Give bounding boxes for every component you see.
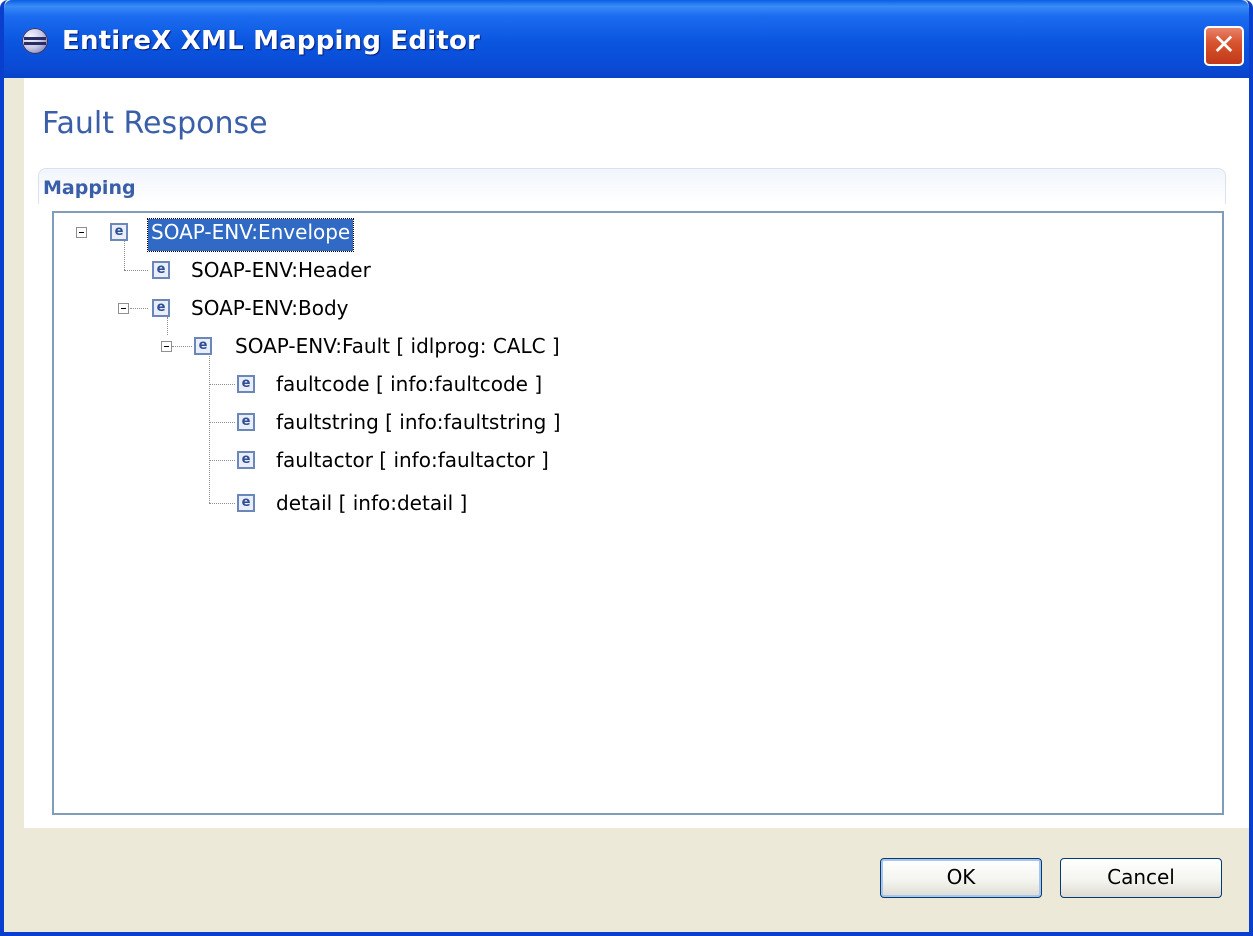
element-icon: e [237,451,255,469]
element-icon: e [237,413,255,431]
close-button[interactable]: ✕ [1204,26,1244,66]
close-icon: ✕ [1212,28,1236,61]
tree-node-body[interactable]: SOAP-ENV:Body [188,295,351,327]
cancel-button[interactable]: Cancel [1060,858,1222,898]
button-bar: OK Cancel [4,828,1249,932]
collapse-toggle[interactable] [118,303,129,314]
page-title: Fault Response [42,106,268,141]
element-icon: e [152,261,170,279]
tree-connector [209,356,210,503]
tree-node-faultstring[interactable]: faultstring [ info:faultstring ] [273,409,564,441]
collapse-toggle[interactable] [76,227,87,238]
dialog-content: Fault Response Mapping e SOAP-ENV:Envelo… [24,78,1249,828]
tree-connector [167,317,168,335]
element-icon: e [110,223,128,241]
mapping-tree[interactable]: e SOAP-ENV:Envelope e SOAP-ENV:Header e … [52,211,1224,815]
tree-connector [209,460,235,461]
tree-node-header[interactable]: SOAP-ENV:Header [188,257,374,289]
tree-connector [209,422,235,423]
element-icon: e [152,299,170,317]
tree-node-fault[interactable]: SOAP-ENV:Fault [ idlprog: CALC ] [232,333,563,365]
tree-node-detail[interactable]: detail [ info:detail ] [273,490,470,522]
element-icon: e [237,375,255,393]
window-title: EntireX XML Mapping Editor [62,26,481,56]
tree-connector [124,270,148,271]
tree-node-envelope[interactable]: SOAP-ENV:Envelope [146,218,355,252]
section-title: Mapping [43,177,136,199]
tree-connector [172,346,192,347]
tree-node-faultactor[interactable]: faultactor [ info:faultactor ] [273,447,552,479]
element-icon: e [194,337,212,355]
ok-button[interactable]: OK [880,858,1042,898]
title-bar[interactable]: EntireX XML Mapping Editor ✕ [4,0,1249,78]
tree-connector [209,384,235,385]
element-icon: e [237,494,255,512]
tree-connector [130,308,148,309]
section-header: Mapping [38,168,1226,204]
tree-connector [209,503,235,504]
eclipse-icon [22,28,48,54]
tree-node-faultcode[interactable]: faultcode [ info:faultcode ] [273,371,545,403]
collapse-toggle[interactable] [161,341,172,352]
dialog-window: EntireX XML Mapping Editor ✕ Fault Respo… [0,0,1253,936]
